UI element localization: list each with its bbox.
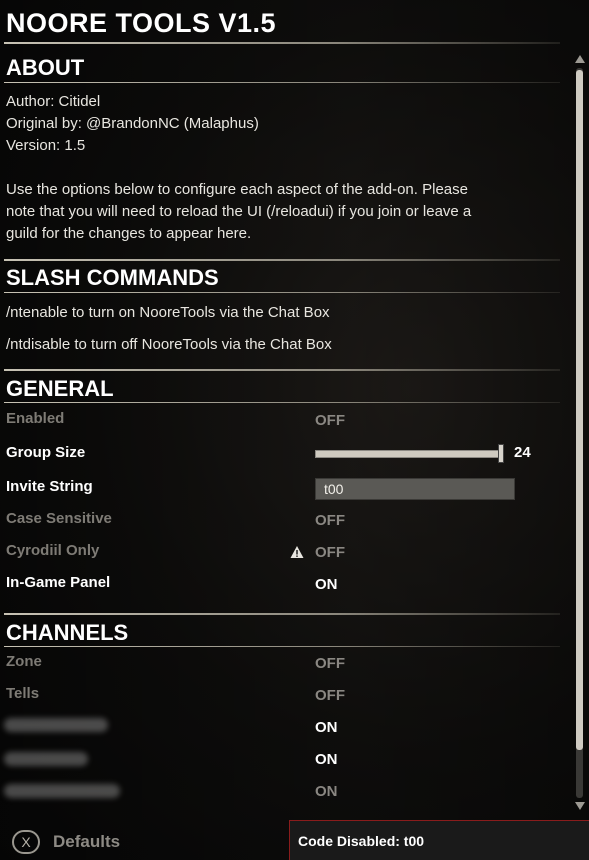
guild1-label-redacted xyxy=(4,718,108,732)
zone-label: Zone xyxy=(6,653,42,670)
enabled-label: Enabled xyxy=(6,410,65,427)
about-desc-1: Use the options below to configure each … xyxy=(6,181,468,198)
about-version: Version: 1.5 xyxy=(6,137,86,154)
defaults-key-icon[interactable]: X xyxy=(12,830,40,854)
about-author: Author: Citidel xyxy=(6,93,101,110)
general-top-divider xyxy=(4,369,560,371)
slash-top-divider xyxy=(4,259,560,261)
title-divider xyxy=(4,42,560,44)
slash-disable-text: /ntdisable to turn off NooreTools via th… xyxy=(6,336,332,353)
group-size-label: Group Size xyxy=(6,444,86,461)
scroll-down-arrow[interactable] xyxy=(575,802,585,810)
channels-divider xyxy=(4,646,560,647)
group-size-slider[interactable] xyxy=(315,450,503,458)
case-sensitive-toggle[interactable]: OFF xyxy=(315,512,345,529)
group-size-value: 24 xyxy=(514,444,531,461)
defaults-button[interactable]: Defaults xyxy=(53,832,120,852)
invite-string-label: Invite String xyxy=(6,478,93,495)
slash-divider xyxy=(4,292,560,293)
warning-icon xyxy=(290,546,304,558)
in-game-panel-label: In-Game Panel xyxy=(6,574,111,591)
about-divider xyxy=(4,82,560,83)
guild2-label-redacted xyxy=(4,752,88,766)
tells-toggle[interactable]: OFF xyxy=(315,687,345,704)
about-heading: ABOUT xyxy=(6,55,85,80)
cyrodiil-only-toggle[interactable]: OFF xyxy=(315,544,345,561)
slash-heading: SLASH COMMANDS xyxy=(6,265,219,290)
zone-toggle[interactable]: OFF xyxy=(315,655,345,672)
in-game-panel-toggle[interactable]: ON xyxy=(315,576,338,593)
invite-string-input[interactable] xyxy=(315,478,515,500)
scrollbar-thumb[interactable] xyxy=(576,70,583,750)
tells-label: Tells xyxy=(6,685,40,702)
cyrodiil-only-label: Cyrodiil Only xyxy=(6,542,100,559)
about-desc-3: guild for the changes to appear here. xyxy=(6,225,252,242)
group-size-slider-handle[interactable] xyxy=(498,444,504,463)
channels-heading: CHANNELS xyxy=(6,620,129,645)
group-size-slider-fill xyxy=(316,451,501,457)
guild2-toggle[interactable]: ON xyxy=(315,751,338,768)
guild1-toggle[interactable]: ON xyxy=(315,719,338,736)
about-desc-2: note that you will need to reload the UI… xyxy=(6,203,472,220)
general-heading: GENERAL xyxy=(6,376,114,401)
slash-enable-text: /ntenable to turn on NooreTools via the … xyxy=(6,304,330,321)
general-divider xyxy=(4,402,560,403)
page-title: NOORE TOOLS V1.5 xyxy=(6,8,277,38)
code-status-text: Code Disabled: t00 xyxy=(298,833,425,849)
channels-top-divider xyxy=(4,613,560,615)
enabled-toggle[interactable]: OFF xyxy=(315,412,345,429)
case-sensitive-label: Case Sensitive xyxy=(6,510,112,527)
guild3-label-redacted xyxy=(4,784,120,798)
scroll-up-arrow[interactable] xyxy=(575,55,585,63)
about-original: Original by: @BrandonNC (Malaphus) xyxy=(6,115,259,132)
guild3-toggle[interactable]: ON xyxy=(315,783,338,800)
